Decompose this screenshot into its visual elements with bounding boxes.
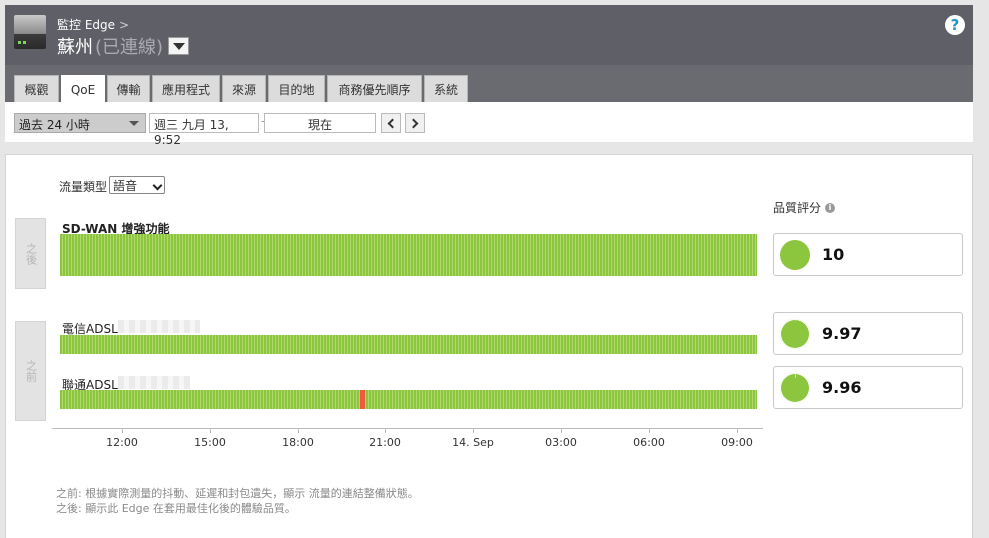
breadcrumb[interactable]: 監控 Edge > bbox=[57, 16, 129, 33]
tab-transport[interactable]: 傳輸 bbox=[107, 75, 150, 102]
tab-applications[interactable]: 應用程式 bbox=[152, 75, 220, 102]
axis-tick-label: 09:00 bbox=[721, 436, 753, 449]
score-card-sdwan: 10 bbox=[773, 233, 963, 276]
before-section-label: 之前 bbox=[15, 321, 46, 421]
caret-down-icon bbox=[129, 121, 139, 126]
tab-sources[interactable]: 來源 bbox=[222, 75, 266, 102]
edge-device-icon bbox=[14, 15, 46, 49]
site-status: (已連線) bbox=[95, 37, 164, 58]
axis-tick-label: 12:00 bbox=[106, 436, 138, 449]
quality-score-title-text: 品質評分 bbox=[773, 201, 822, 215]
score-value: 9.96 bbox=[822, 378, 862, 397]
qoe-bar-sdwan[interactable] bbox=[60, 234, 757, 276]
traffic-type-label: 流量類型 bbox=[59, 180, 108, 194]
axis-tick bbox=[210, 428, 211, 433]
axis-tick-label: 21:00 bbox=[369, 436, 401, 449]
tab-destinations[interactable]: 目的地 bbox=[268, 75, 325, 102]
page-title: 蘇州 (已連線) bbox=[57, 33, 190, 59]
score-value: 9.97 bbox=[822, 324, 862, 343]
axis-tick-label: 03:00 bbox=[545, 436, 577, 449]
score-pie-icon bbox=[780, 240, 810, 270]
after-label-text: 之後 bbox=[24, 242, 38, 265]
next-period-button[interactable] bbox=[405, 113, 425, 133]
axis-tick-label: 15:00 bbox=[194, 436, 226, 449]
start-date-field[interactable]: 週三 九月 13, 9:52 bbox=[149, 113, 259, 147]
axis-tick bbox=[385, 428, 386, 433]
tab-system[interactable]: 系統 bbox=[424, 75, 468, 102]
time-range-select[interactable]: 過去 24 小時 bbox=[14, 113, 146, 133]
score-card-telecom-adsl: 9.97 bbox=[773, 312, 963, 355]
axis-tick-label: 06:00 bbox=[633, 436, 665, 449]
axis-tick-label: 14. Sep bbox=[452, 436, 494, 449]
tab-bar: 概觀 QoE 傳輸 應用程式 來源 目的地 商務優先順序 系統 bbox=[5, 65, 973, 103]
footnote-after: 之後: 顯示此 Edge 在套用最佳化後的體驗品質。 bbox=[56, 502, 296, 515]
footnote-before: 之前: 根據實際測量的抖動、延遲和封包遺失，顯示 流量的連結整備狀態。 bbox=[56, 487, 419, 500]
after-section-label: 之後 bbox=[15, 218, 46, 289]
chevron-down-icon bbox=[152, 180, 163, 191]
qoe-bar-unicom-adsl[interactable] bbox=[60, 390, 757, 409]
chevron-down-icon bbox=[172, 42, 185, 50]
qoe-bad-segment[interactable] bbox=[360, 390, 365, 409]
end-date-field[interactable]: 現在 bbox=[264, 113, 376, 133]
axis-tick bbox=[649, 428, 650, 433]
axis-tick-label: 18:00 bbox=[282, 436, 314, 449]
tab-qoe[interactable]: QoE bbox=[61, 75, 105, 103]
edge-header: 監控 Edge > 蘇州 (已連線) ? bbox=[5, 5, 973, 65]
redacted-address bbox=[118, 376, 190, 389]
traffic-type-value: 語音 bbox=[113, 179, 138, 193]
quality-score-title: 品質評分 i bbox=[773, 199, 836, 216]
help-icon[interactable]: ? bbox=[945, 15, 965, 35]
traffic-type-select[interactable]: 語音 bbox=[109, 176, 165, 194]
axis-tick bbox=[737, 428, 738, 433]
score-pie-icon bbox=[780, 373, 810, 403]
axis-tick bbox=[122, 428, 123, 433]
previous-period-button[interactable] bbox=[381, 113, 401, 133]
score-value: 10 bbox=[822, 245, 845, 264]
tab-overview[interactable]: 概觀 bbox=[14, 75, 59, 102]
before-label-text: 之前 bbox=[24, 360, 38, 382]
chevron-right-icon bbox=[408, 118, 419, 128]
time-filter-bar: 過去 24 小時 週三 九月 13, 9:52 - 現在 bbox=[5, 102, 973, 147]
tab-business-priority[interactable]: 商務優先順序 bbox=[327, 75, 422, 102]
redacted-address bbox=[118, 320, 200, 333]
score-pie-icon bbox=[780, 319, 810, 349]
site-dropdown-button[interactable] bbox=[168, 37, 190, 55]
axis-tick bbox=[298, 428, 299, 433]
axis-tick bbox=[561, 428, 562, 433]
breadcrumb-label[interactable]: 監控 Edge bbox=[57, 18, 115, 32]
site-name: 蘇州 bbox=[57, 37, 93, 58]
chevron-left-icon bbox=[387, 118, 398, 128]
axis-tick bbox=[473, 428, 474, 433]
score-card-unicom-adsl: 9.96 bbox=[773, 366, 963, 409]
time-range-value: 過去 24 小時 bbox=[19, 118, 90, 132]
qoe-bar-telecom-adsl[interactable] bbox=[60, 335, 757, 354]
time-axis bbox=[52, 428, 763, 429]
info-icon[interactable]: i bbox=[825, 202, 836, 213]
breadcrumb-separator: > bbox=[119, 18, 130, 32]
